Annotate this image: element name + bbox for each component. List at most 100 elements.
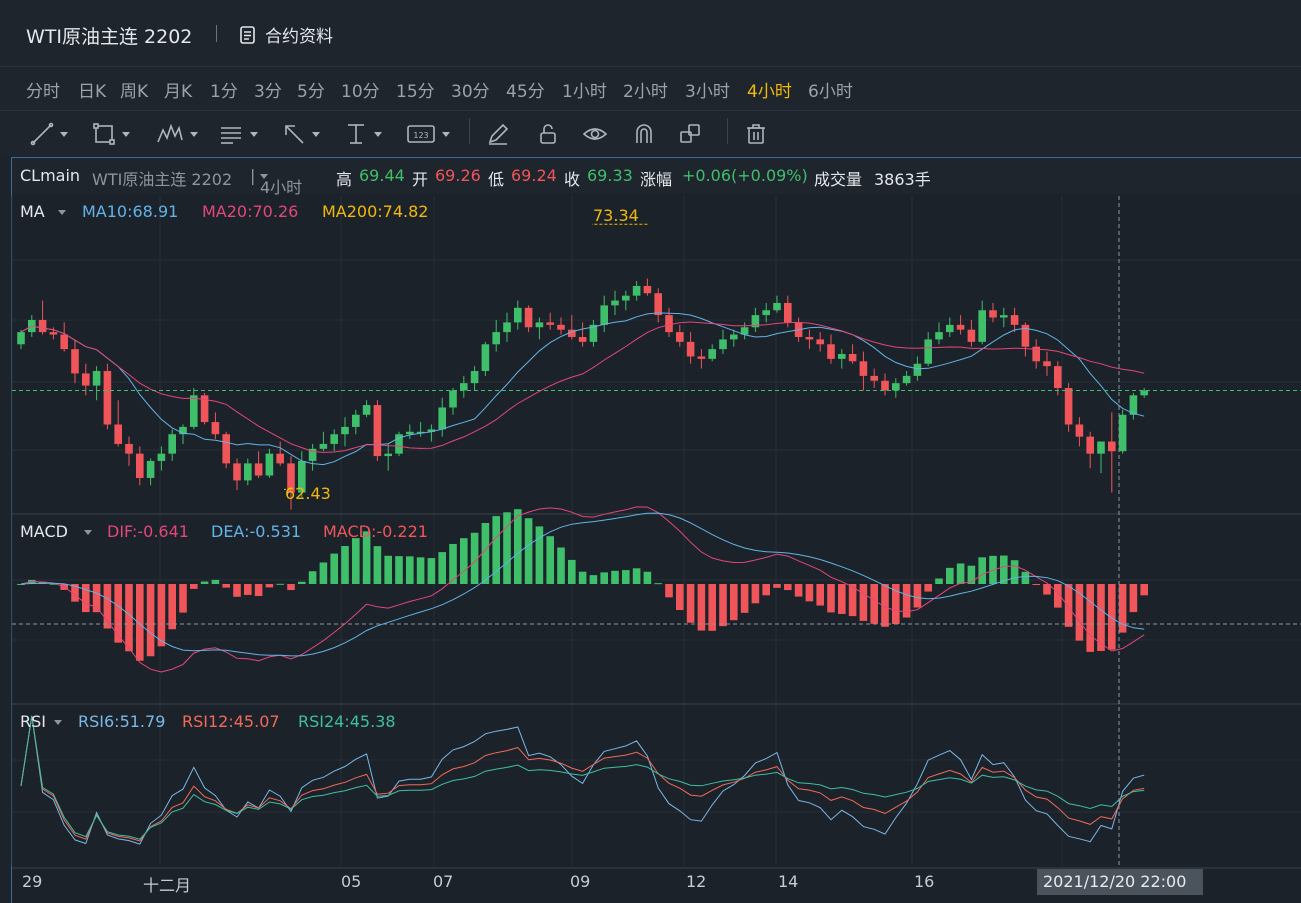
macd-histogram-bar (859, 584, 868, 621)
macd-histogram-bar (1021, 571, 1030, 584)
macd-histogram-bar (384, 555, 392, 584)
macd-histogram-bar (265, 584, 274, 588)
macd-histogram-bar (254, 584, 263, 596)
macd-histogram-bar (805, 584, 814, 602)
macd-histogram-bar (762, 584, 770, 596)
candle-body (859, 361, 868, 376)
dea-value: DEA:-0.531 (211, 522, 302, 541)
rsi-label[interactable]: RSI (20, 712, 46, 731)
macd-histogram-bar (125, 584, 133, 652)
macd-histogram-bar (816, 584, 824, 606)
macd-histogram-bar (179, 584, 187, 613)
candle-body (967, 329, 976, 342)
candle-body (827, 344, 835, 359)
macd-histogram-bar (568, 559, 576, 584)
macd-histogram-bar (632, 568, 641, 584)
x-axis-label: 14 (778, 872, 799, 891)
macd-histogram-bar (330, 553, 338, 584)
macd-histogram-bar (622, 570, 630, 584)
candle-body (233, 463, 241, 481)
rsi12-value: RSI12:45.07 (182, 712, 280, 731)
macd-histogram-bar (902, 584, 911, 618)
macd-histogram-bar (1075, 584, 1084, 641)
candle-body (578, 336, 587, 342)
macd-histogram-bar (611, 570, 619, 584)
candle-body (881, 380, 889, 391)
candle-body (492, 332, 500, 345)
x-axis-label: 07 (433, 872, 454, 891)
macd-histogram-bar (913, 584, 922, 608)
ma20-value: MA20:70.26 (202, 202, 299, 221)
ma200-value: MA200:74.82 (322, 202, 429, 221)
x-axis-label: 16 (914, 872, 935, 891)
candle-body (1000, 315, 1008, 318)
macd-histogram-bar (578, 571, 587, 584)
candle-body (773, 302, 781, 311)
candle-body (902, 375, 911, 384)
candle-body (611, 300, 619, 306)
candle-body (222, 434, 230, 464)
candle-body (49, 332, 58, 335)
candle-body (762, 310, 770, 316)
macd-histogram-bar (730, 584, 738, 621)
macd-histogram-bar (535, 526, 544, 584)
candle-body (643, 285, 652, 294)
x-axis-label: 09 (570, 872, 591, 891)
macd-histogram-bar (276, 583, 284, 585)
candle-body (535, 322, 544, 328)
candle-body (460, 383, 468, 391)
candle-body (622, 295, 630, 301)
macd-histogram-bar (352, 538, 360, 584)
macd-histogram-bar (514, 509, 522, 584)
candle-body (265, 453, 274, 476)
macd-histogram-bar (82, 584, 90, 613)
macd-histogram-bar (751, 584, 760, 604)
chevron-down-icon[interactable] (84, 530, 92, 535)
macd-histogram-bar (978, 557, 986, 584)
macd-histogram-bar (589, 575, 598, 584)
candle-body (676, 332, 684, 342)
macd-histogram-bar (222, 584, 230, 588)
candle-body (935, 332, 943, 340)
chevron-down-icon[interactable] (54, 720, 62, 725)
candle-body (1108, 441, 1116, 452)
macd-value: MACD:-0.221 (323, 522, 428, 541)
candle-body (157, 453, 166, 461)
candle-body (1097, 441, 1105, 454)
candle-body (816, 339, 824, 345)
macd-histogram-bar (967, 565, 976, 584)
candle-body (17, 332, 25, 345)
candle-body (924, 339, 932, 364)
macd-histogram-bar (287, 584, 295, 591)
candle-body (373, 405, 382, 457)
macd-histogram-bar (503, 512, 511, 584)
macd-histogram-bar (1032, 584, 1040, 585)
candle-body (92, 371, 101, 386)
candle-body (481, 344, 490, 372)
candle-body (848, 354, 857, 362)
macd-histogram-bar (1129, 584, 1138, 613)
chevron-down-icon[interactable] (58, 210, 66, 215)
candle-body (103, 371, 112, 425)
ma-label[interactable]: MA (20, 202, 45, 221)
macd-histogram-bar (427, 558, 436, 584)
macd-histogram-bar (211, 579, 220, 584)
candle-body (211, 422, 220, 435)
candle-body (71, 349, 79, 374)
candle-body (470, 371, 479, 384)
macd-histogram-bar (481, 523, 490, 584)
candle-body (82, 373, 90, 386)
candle-body (913, 363, 922, 376)
candle-body (330, 434, 338, 444)
candle-body (319, 443, 328, 449)
macd-histogram-bar (956, 563, 965, 584)
macd-histogram-bar (416, 557, 425, 584)
candle-body (946, 324, 954, 333)
macd-label[interactable]: MACD (20, 522, 68, 541)
kline-chart[interactable] (0, 0, 1301, 903)
macd-histogram-bar (103, 584, 112, 629)
candle-body (114, 424, 122, 444)
macd-histogram-bar (319, 562, 328, 584)
candle-body (600, 305, 608, 325)
candle-body (1086, 436, 1094, 454)
